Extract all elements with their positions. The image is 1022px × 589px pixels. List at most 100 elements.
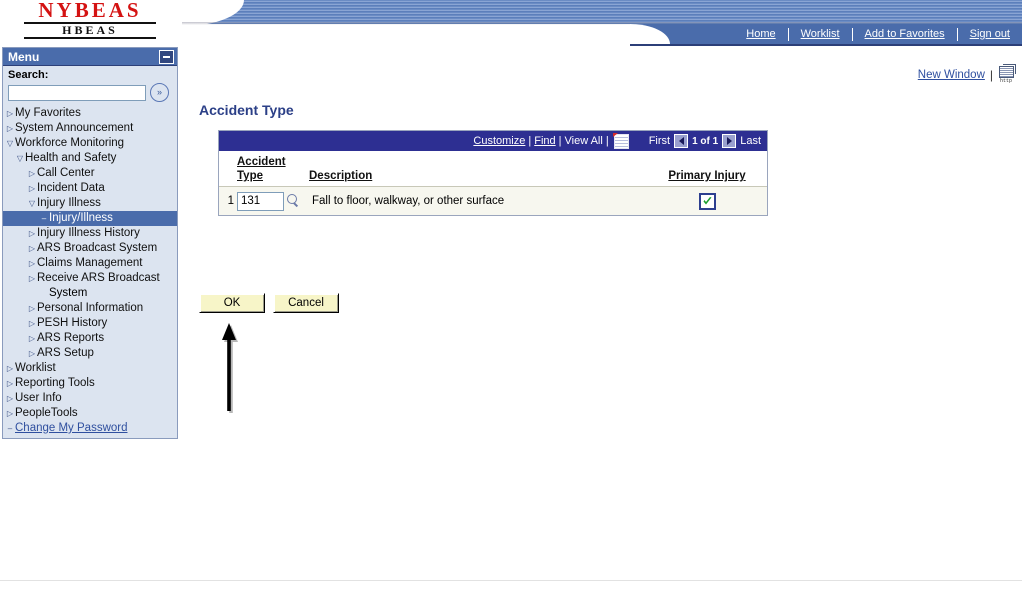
customize-link[interactable]: Customize <box>473 135 525 147</box>
page-indicator: 1 of 1 <box>692 135 719 147</box>
twisty-collapsed-icon: ▷ <box>6 124 14 133</box>
last-label[interactable]: Last <box>740 135 761 147</box>
magnifier-lookup-icon[interactable] <box>287 194 301 208</box>
sidebar-item-label: PESH History <box>37 317 108 329</box>
accident-type-column-header[interactable]: Accident Type <box>237 155 309 183</box>
sidebar-item-label: Workforce Monitoring <box>15 137 125 149</box>
sidebar-item-receive-ars-broadcast[interactable]: ▷ Receive ARS Broadcast <box>3 271 177 286</box>
sidebar-item-ars-setup[interactable]: ▷ ARS Setup <box>3 346 177 361</box>
twisty-expanded-icon: ▽ <box>28 199 36 208</box>
accident-type-header-line2: Type <box>237 170 263 182</box>
leaf-dash-icon: – <box>7 424 13 433</box>
sidebar-item-pesh-history[interactable]: ▷ PESH History <box>3 316 177 331</box>
search-input[interactable] <box>8 84 146 101</box>
sidebar-item-peopletools[interactable]: ▷ PeopleTools <box>3 406 177 421</box>
sidebar-item-injury-illness-history[interactable]: ▷ Injury Illness History <box>3 226 177 241</box>
sidebar-item-personal-information[interactable]: ▷ Personal Information <box>3 301 177 316</box>
search-label: Search: <box>8 69 49 81</box>
sidebar-item-label-wrap: System <box>49 287 88 299</box>
up-arrow-annotation <box>222 323 238 413</box>
sidebar-item-user-info[interactable]: ▷ User Info <box>3 391 177 406</box>
sidebar-item-system-announcement[interactable]: ▷ System Announcement <box>3 121 177 136</box>
primary-injury-checkbox[interactable] <box>698 192 716 210</box>
grid-pagination: First 1 of 1 Last <box>649 134 761 148</box>
sidebar-item-label: Receive ARS Broadcast <box>37 272 160 284</box>
find-link[interactable]: Find <box>534 135 555 147</box>
sidebar-item-claims-management[interactable]: ▷ Claims Management <box>3 256 177 271</box>
double-chevron-right-icon[interactable]: » <box>150 83 169 102</box>
primary-injury-cell <box>647 192 767 210</box>
sidebar-item-label: Change My Password <box>15 422 128 434</box>
sidebar-item-label: Injury Illness <box>37 197 101 209</box>
nybeas-logo: NYBEAS HBEAS <box>24 0 156 39</box>
http-icon-label: http <box>999 78 1012 84</box>
primary-injury-column-header[interactable]: Primary Injury <box>647 155 767 183</box>
description-cell: Fall to floor, walkway, or other surface <box>312 195 505 207</box>
accident-type-input[interactable] <box>237 191 284 211</box>
twisty-collapsed-icon: ▷ <box>6 409 14 418</box>
sidebar-menu: Menu Search: » ▷ My Favorites ▷ System Anno… <box>2 47 178 439</box>
twisty-collapsed-icon: ▷ <box>28 334 36 343</box>
next-page-icon[interactable] <box>722 134 737 148</box>
sidebar-item-ars-reports[interactable]: ▷ ARS Reports <box>3 331 177 346</box>
twisty-collapsed-icon: ▷ <box>6 379 14 388</box>
sidebar-item-reporting-tools[interactable]: ▷ Reporting Tools <box>3 376 177 391</box>
nav-worklist[interactable]: Worklist <box>789 28 852 40</box>
twisty-collapsed-icon: ▷ <box>28 319 36 328</box>
cancel-button[interactable]: Cancel <box>273 293 339 313</box>
accident-type-cell <box>237 191 309 211</box>
sidebar-item-worklist[interactable]: ▷ Worklist <box>3 361 177 376</box>
sidebar-item-label: Injury Illness History <box>37 227 140 239</box>
menu-search-area: Search: » <box>3 66 177 106</box>
twisty-collapsed-icon: ▷ <box>28 274 36 283</box>
sidebar-item-label: System Announcement <box>15 122 134 134</box>
nav-sign-out[interactable]: Sign out <box>958 28 1022 40</box>
sidebar-item-label: ARS Reports <box>37 332 105 344</box>
twisty-expanded-icon: ▽ <box>6 139 14 148</box>
sidebar-item-call-center[interactable]: ▷ Call Center <box>3 166 177 181</box>
accident-type-header-line1: Accident <box>237 156 286 168</box>
sidebar-item-label: ARS Setup <box>37 347 94 359</box>
ok-button[interactable]: OK <box>199 293 265 313</box>
sidebar-item-ars-broadcast-system[interactable]: ▷ ARS Broadcast System <box>3 241 177 256</box>
sidebar-item-label: Incident Data <box>37 182 105 194</box>
nav-home[interactable]: Home <box>734 28 787 40</box>
first-label[interactable]: First <box>649 135 670 147</box>
minimize-icon[interactable] <box>159 49 174 64</box>
sidebar-item-health-and-safety[interactable]: ▽ Health and Safety <box>3 151 177 166</box>
twisty-collapsed-icon: ▷ <box>6 364 14 373</box>
nav-add-to-favorites[interactable]: Add to Favorites <box>853 28 957 40</box>
sidebar-item-my-favorites[interactable]: ▷ My Favorites <box>3 106 177 121</box>
sidebar-item-incident-data[interactable]: ▷ Incident Data <box>3 181 177 196</box>
sidebar-item-label: Personal Information <box>37 302 144 314</box>
twisty-collapsed-icon: ▷ <box>28 304 36 313</box>
http-page-icon[interactable]: http <box>998 66 1014 84</box>
twisty-collapsed-icon: ▷ <box>28 349 36 358</box>
sidebar-item-change-my-password[interactable]: – Change My Password <box>3 421 177 436</box>
sidebar-item-injury-illness[interactable]: – Injury/Illness <box>3 211 177 226</box>
menu-header: Menu <box>3 48 177 66</box>
grid-toolbar-divider: | <box>558 135 562 147</box>
grid-column-headers: Accident Type Description Primary Injury <box>219 151 767 187</box>
sidebar-item-injury-illness[interactable]: ▽ Injury Illness <box>3 196 177 211</box>
twisty-expanded-icon: ▽ <box>16 154 24 163</box>
page-glyph <box>998 66 1014 78</box>
previous-page-icon[interactable] <box>674 134 689 148</box>
navbar-underline <box>630 44 1022 46</box>
row-number: 1 <box>227 195 234 207</box>
row-number-header <box>219 155 237 183</box>
leaf-dash-icon: – <box>41 214 47 223</box>
sidebar-item-label: Claims Management <box>37 257 143 269</box>
accident-type-grid: Customize | Find | View All | First 1 of… <box>218 130 768 216</box>
page-bottom-border <box>0 580 1022 581</box>
sidebar-item-label: Health and Safety <box>25 152 117 164</box>
sidebar-item-label: ARS Broadcast System <box>37 242 158 254</box>
banner-stripe-graphic <box>190 0 1022 24</box>
view-all-link[interactable]: View All <box>565 135 603 147</box>
description-column-header[interactable]: Description <box>309 155 647 183</box>
sidebar-item-workforce-monitoring[interactable]: ▽ Workforce Monitoring <box>3 136 177 151</box>
spreadsheet-download-icon[interactable] <box>612 132 629 149</box>
new-window-link[interactable]: New Window <box>918 69 985 81</box>
logo-main-text: NYBEAS <box>24 0 156 24</box>
twisty-collapsed-icon: ▷ <box>6 109 14 118</box>
